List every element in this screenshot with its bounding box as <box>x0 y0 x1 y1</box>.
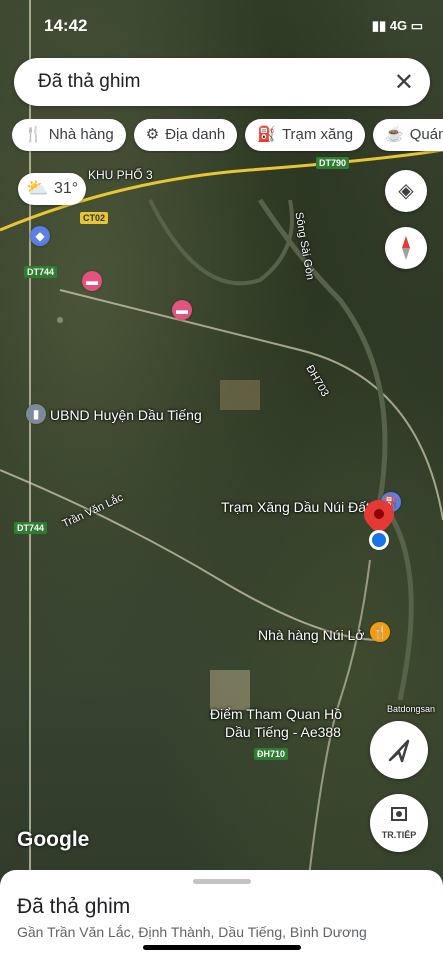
label-gas-station[interactable]: Trạm Xăng Dầu Núi Đất <box>221 499 370 515</box>
signal-icon: ▮▮ 4G ▭ <box>371 18 423 33</box>
hotel-pin-2[interactable]: ▬ <box>172 300 192 320</box>
label-ubnd[interactable]: UBND Huyện Dầu Tiếng <box>50 407 202 423</box>
label-restaurant[interactable]: Nhà hàng Núi Lở <box>258 627 364 643</box>
gas-station-icon: ⛽ <box>257 126 276 143</box>
chip-label: Địa danh <box>165 126 226 143</box>
label-tourist-1[interactable]: Điểm Tham Quan Hồ <box>210 706 342 722</box>
weather-icon: ⛅ <box>26 178 49 198</box>
sheet-handle[interactable] <box>193 879 251 884</box>
layers-button[interactable]: ◈ <box>385 170 427 212</box>
close-icon[interactable]: ✕ <box>394 68 414 97</box>
label-batdongsan: Batdongsan <box>387 704 436 714</box>
my-location-button[interactable] <box>370 721 428 779</box>
compass-button[interactable] <box>385 227 427 269</box>
place-address: Gần Trần Văn Lắc, Định Thành, Dầu Tiếng,… <box>17 924 367 940</box>
status-bar: 14:42 ▮▮ 4G ▭ <box>0 14 443 40</box>
chip-landmark[interactable]: ⚙ Địa danh <box>133 119 238 151</box>
road-ct02: CT02 <box>80 212 109 224</box>
search-text[interactable]: Đã thả ghim <box>38 71 140 93</box>
category-chips: 🍴 Nhà hàng ⚙ Địa danh ⛽ Trạm xăng ☕ Quán <box>12 119 443 153</box>
restaurant-icon: 🍴 <box>24 126 43 143</box>
government-pin[interactable]: ▮ <box>26 404 46 424</box>
restaurant-pin[interactable]: 🍴 <box>370 622 390 642</box>
chip-cafe[interactable]: ☕ Quán <box>373 119 443 151</box>
chip-label: Quán <box>409 126 443 143</box>
chip-gas-station[interactable]: ⛽ Trạm xăng <box>245 119 366 151</box>
landmark-icon: ⚙ <box>145 126 160 143</box>
temperature: 31° <box>54 180 79 197</box>
road-dt790: DT790 <box>316 157 350 169</box>
chip-restaurant[interactable]: 🍴 Nhà hàng <box>12 119 126 151</box>
cafe-icon: ☕ <box>385 126 404 143</box>
hotel-pin[interactable]: ▬ <box>82 271 102 291</box>
home-indicator[interactable] <box>143 945 301 950</box>
chip-label: Trạm xăng <box>281 126 354 143</box>
chip-label: Nhà hàng <box>48 126 114 143</box>
layers-icon: ◈ <box>398 180 414 202</box>
navigate-label: TR.TIẾP <box>381 830 417 840</box>
road-dh710: ĐH710 <box>254 748 289 760</box>
google-logo: Google <box>17 828 90 851</box>
navigation-icon <box>391 807 407 821</box>
weather-badge[interactable]: ⛅ 31° <box>18 173 86 205</box>
search-bar[interactable]: Đã thả ghim ✕ <box>14 58 430 106</box>
navigate-button[interactable]: TR.TIẾP <box>370 794 428 852</box>
label-tourist-2[interactable]: Dầu Tiếng - Ae388 <box>225 724 341 740</box>
clock: 14:42 <box>44 16 88 35</box>
location-arrow-icon <box>388 739 410 763</box>
dropped-pin[interactable] <box>364 500 394 554</box>
shop-pin[interactable]: ◆ <box>30 226 50 246</box>
label-khu-pho: KHU PHỐ 3 <box>88 168 153 182</box>
compass-icon <box>402 236 410 260</box>
place-title: Đã thả ghim <box>17 895 131 918</box>
road-dt744-2: DT744 <box>14 522 48 534</box>
road-dt744: DT744 <box>24 266 58 278</box>
